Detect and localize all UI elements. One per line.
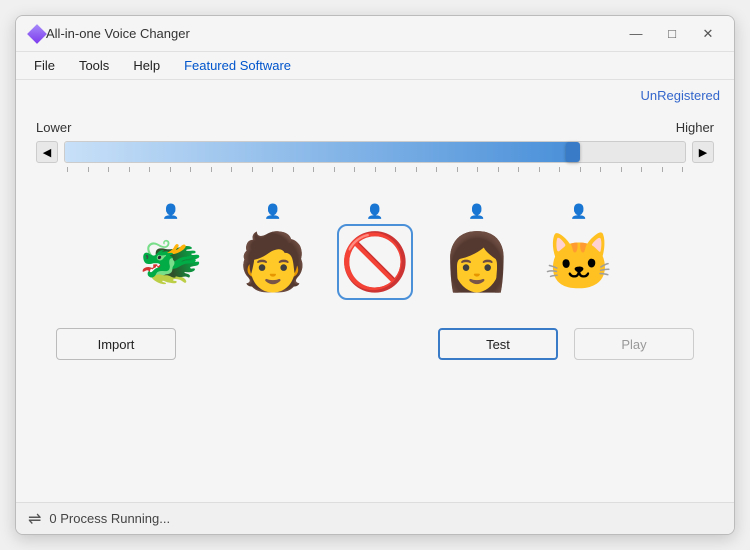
dragon-avatar: 🐲 xyxy=(135,226,207,298)
main-window: All-in-one Voice Changer — □ ✕ File Tool… xyxy=(15,15,735,535)
unregistered-label[interactable]: UnRegistered xyxy=(641,88,721,103)
app-icon xyxy=(28,25,46,43)
woman-emoji: 👩 xyxy=(442,234,512,290)
menu-tools[interactable]: Tools xyxy=(69,55,119,76)
slider-labels: Lower Higher xyxy=(36,120,714,135)
menu-bar: File Tools Help Featured Software xyxy=(16,52,734,80)
slider-fill xyxy=(65,142,573,162)
status-bar: ⇌ 0 Process Running... xyxy=(16,502,734,534)
slider-right-arrow[interactable]: ▶ xyxy=(692,141,714,163)
dragon-user-icon: 👤 xyxy=(162,203,179,220)
dragon-emoji: 🐲 xyxy=(139,236,204,288)
slider-thumb[interactable] xyxy=(566,142,580,162)
minimize-button[interactable]: — xyxy=(622,24,650,44)
menu-featured-software[interactable]: Featured Software xyxy=(174,55,301,76)
voice-item-man[interactable]: 👤 🧑 xyxy=(237,203,309,298)
man-user-icon: 👤 xyxy=(264,203,281,220)
menu-file[interactable]: File xyxy=(24,55,65,76)
voice-item-none[interactable]: 👤 🚫 xyxy=(339,203,411,298)
voice-selection: 👤 🐲 👤 🧑 👤 🚫 👤 👩 xyxy=(16,173,734,308)
slider-track[interactable] xyxy=(64,141,686,163)
window-title: All-in-one Voice Changer xyxy=(46,26,622,41)
slider-ticks xyxy=(65,167,685,172)
slider-lower-label: Lower xyxy=(36,120,71,135)
maximize-button[interactable]: □ xyxy=(658,24,686,44)
import-button[interactable]: Import xyxy=(56,328,176,360)
slider-row: ◀ ▶ xyxy=(36,141,714,163)
cat-user-icon: 👤 xyxy=(570,203,587,220)
test-button[interactable]: Test xyxy=(438,328,558,360)
slider-higher-label: Higher xyxy=(676,120,714,135)
pitch-slider-section: Lower Higher ◀ xyxy=(16,80,734,173)
voice-item-cat[interactable]: 👤 🐱 xyxy=(543,203,615,298)
woman-user-icon: 👤 xyxy=(468,203,485,220)
slider-left-arrow[interactable]: ◀ xyxy=(36,141,58,163)
main-content: UnRegistered Lower Higher ◀ xyxy=(16,80,734,502)
woman-avatar: 👩 xyxy=(441,226,513,298)
none-user-icon: 👤 xyxy=(366,203,383,220)
title-bar: All-in-one Voice Changer — □ ✕ xyxy=(16,16,734,52)
voice-item-dragon[interactable]: 👤 🐲 xyxy=(135,203,207,298)
cat-avatar: 🐱 xyxy=(543,226,615,298)
process-icon: ⇌ xyxy=(28,509,41,529)
process-status-text: 0 Process Running... xyxy=(49,511,170,526)
window-controls: — □ ✕ xyxy=(622,24,722,44)
play-button[interactable]: Play xyxy=(574,328,694,360)
action-buttons: Import Test Play xyxy=(16,308,734,380)
close-button[interactable]: ✕ xyxy=(694,24,722,44)
cat-emoji: 🐱 xyxy=(544,234,614,290)
voice-item-woman[interactable]: 👤 👩 xyxy=(441,203,513,298)
man-emoji: 🧑 xyxy=(238,234,308,290)
man-avatar: 🧑 xyxy=(237,226,309,298)
none-emoji: 🚫 xyxy=(340,234,410,290)
menu-help[interactable]: Help xyxy=(123,55,170,76)
none-avatar: 🚫 xyxy=(339,226,411,298)
